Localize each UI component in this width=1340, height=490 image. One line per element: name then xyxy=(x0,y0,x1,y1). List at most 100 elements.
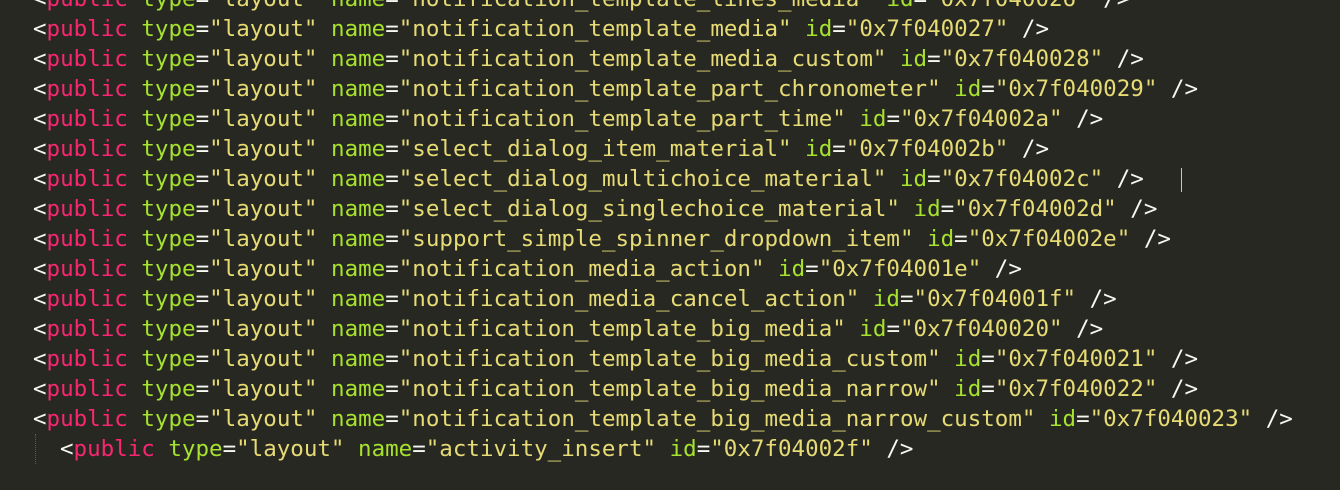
attribute-name: name xyxy=(331,406,386,432)
punctuation: = xyxy=(940,196,955,222)
attribute-value: "layout" xyxy=(209,346,318,372)
attribute-value: "notification_media_cancel_action" xyxy=(398,286,860,312)
punctuation xyxy=(317,16,331,42)
punctuation xyxy=(128,196,142,222)
attribute-value: "layout" xyxy=(209,256,318,282)
attribute-value: "select_dialog_singlechoice_material" xyxy=(398,196,900,222)
attribute-name: name xyxy=(331,376,386,402)
attribute-value: "layout" xyxy=(209,406,318,432)
attribute-value: "layout" xyxy=(209,0,317,12)
punctuation xyxy=(941,346,955,372)
attribute-name: id xyxy=(954,376,982,402)
punctuation: = xyxy=(981,76,995,102)
punctuation: = xyxy=(385,16,399,42)
attribute-name: type xyxy=(141,166,196,192)
attribute-value: "select_dialog_multichoice_material" xyxy=(398,166,887,192)
attribute-name: type xyxy=(141,286,196,312)
punctuation: /> xyxy=(1252,406,1293,432)
xml-tag-name: public xyxy=(46,226,128,252)
attribute-value: "layout" xyxy=(209,46,318,72)
punctuation xyxy=(128,376,142,402)
code-editor[interactable]: <public type="layout" name="notification… xyxy=(0,0,1340,490)
punctuation: < xyxy=(33,256,47,282)
attribute-name: id xyxy=(899,166,928,192)
punctuation xyxy=(128,346,142,372)
punctuation: = xyxy=(195,166,210,192)
punctuation: = xyxy=(899,286,914,312)
attribute-name: name xyxy=(331,106,386,132)
xml-tag-name: public xyxy=(46,346,128,372)
punctuation: /> xyxy=(1008,16,1049,42)
punctuation: = xyxy=(195,226,210,252)
xml-tag-name: public xyxy=(46,136,128,162)
attribute-value: "activity_insert" xyxy=(425,436,657,462)
attribute-value: "layout" xyxy=(209,16,318,42)
punctuation xyxy=(656,436,670,462)
attribute-name: name xyxy=(331,196,386,222)
punctuation: < xyxy=(33,0,47,12)
punctuation: = xyxy=(412,436,426,462)
attribute-name: name xyxy=(331,226,386,252)
code-line: <public type="layout" name="activity_ins… xyxy=(60,434,1293,464)
punctuation xyxy=(873,0,887,12)
attribute-name: type xyxy=(141,406,196,432)
attribute-value: "0x7f04001e" xyxy=(818,256,982,282)
code-line: <public type="layout" name="notification… xyxy=(33,314,1293,344)
attribute-value: "0x7f040029" xyxy=(994,76,1158,102)
attribute-value: "notification_template_lines_media" xyxy=(399,0,873,12)
punctuation xyxy=(128,316,142,342)
punctuation xyxy=(317,196,331,222)
code-line: <public type="layout" name="notification… xyxy=(33,404,1293,434)
punctuation: = xyxy=(195,376,210,402)
attribute-name: id xyxy=(669,436,697,462)
attribute-name: type xyxy=(141,0,195,12)
attribute-value: "notification_template_part_time" xyxy=(398,106,846,132)
punctuation: /> xyxy=(981,256,1022,282)
attribute-value: "support_simple_spinner_dropdown_item" xyxy=(398,226,914,252)
attribute-name: name xyxy=(358,436,413,462)
punctuation xyxy=(128,106,142,132)
punctuation xyxy=(886,46,900,72)
punctuation: = xyxy=(195,346,210,372)
punctuation: < xyxy=(33,46,47,72)
attribute-name: id xyxy=(859,316,887,342)
attribute-value: "layout" xyxy=(209,196,318,222)
punctuation: = xyxy=(385,46,399,72)
code-line: <public type="layout" name="select_dialo… xyxy=(33,164,1293,194)
punctuation: = xyxy=(385,346,399,372)
attribute-name: name xyxy=(331,256,386,282)
punctuation xyxy=(914,226,928,252)
punctuation: = xyxy=(195,76,210,102)
punctuation: /> xyxy=(1076,286,1117,312)
punctuation: = xyxy=(195,256,210,282)
attribute-name: id xyxy=(805,16,833,42)
xml-tag-name: public xyxy=(46,316,128,342)
punctuation xyxy=(317,166,331,192)
attribute-name: type xyxy=(141,106,196,132)
attribute-name: id xyxy=(927,226,955,252)
punctuation: /> xyxy=(1157,376,1199,402)
punctuation: /> xyxy=(1157,346,1199,372)
xml-tag-name: public xyxy=(46,46,128,72)
attribute-value: "layout" xyxy=(209,226,318,252)
punctuation: /> xyxy=(1103,166,1144,192)
punctuation xyxy=(128,166,142,192)
punctuation: < xyxy=(33,106,47,132)
attribute-name: type xyxy=(141,16,196,42)
punctuation: = xyxy=(196,0,210,12)
punctuation: = xyxy=(696,436,711,462)
xml-tag-name: public xyxy=(46,106,128,132)
attribute-value: "layout" xyxy=(209,376,318,402)
code-line: <public type="layout" name="notification… xyxy=(33,374,1293,404)
xml-tag-name: public xyxy=(46,166,128,192)
attribute-name: id xyxy=(872,286,900,312)
punctuation: = xyxy=(927,46,941,72)
code-line: <public type="layout" name="notification… xyxy=(33,104,1293,134)
code-line: <public type="layout" name="notification… xyxy=(33,14,1293,44)
punctuation xyxy=(317,346,331,372)
xml-tag-name: public xyxy=(47,0,128,12)
attribute-name: type xyxy=(141,76,196,102)
attribute-value: "0x7f040026" xyxy=(927,0,1090,12)
attribute-value: "notification_template_big_media" xyxy=(398,316,846,342)
punctuation: < xyxy=(33,16,47,42)
